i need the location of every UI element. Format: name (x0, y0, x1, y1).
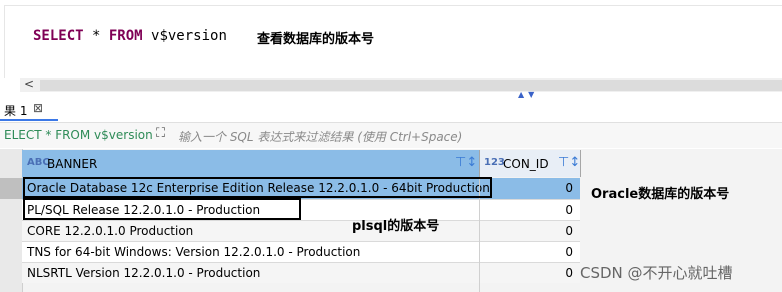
tab-results[interactable]: 果 1 (4, 102, 27, 119)
cell-con-id[interactable]: 0 (480, 181, 573, 195)
editor-divider (4, 5, 782, 6)
sql-table-name: v$version (142, 28, 227, 44)
cell-banner[interactable]: TNS for 64-bit Windows: Version 12.2.0.1… (27, 245, 360, 259)
cell-con-id[interactable]: 0 (480, 245, 573, 259)
panel-resize-icon[interactable]: ▲▼ (518, 90, 538, 99)
row-divider (22, 241, 580, 242)
column-header-label: BANNER (47, 157, 98, 171)
row-selector[interactable] (0, 241, 22, 262)
close-icon[interactable]: ⊠ (33, 101, 43, 115)
sql-star: * (83, 28, 109, 44)
row-selector[interactable] (0, 178, 22, 199)
annotation-plsql-version: plsql的版本号 (352, 219, 440, 234)
scroll-left-icon[interactable]: < (24, 77, 34, 91)
active-tab-indicator (0, 119, 58, 121)
row-divider (22, 220, 580, 221)
annotation-oracle-version: Oracle数据库的版本号 (591, 187, 730, 202)
sql-keyword-from: FROM (108, 28, 143, 44)
sql-annotation: 查看数据库的版本号 (257, 32, 375, 47)
row-selector[interactable] (0, 262, 22, 283)
cell-con-id[interactable]: 0 (480, 266, 573, 280)
sort-filter-icon[interactable]: ⊤↕ (455, 155, 477, 170)
row-selector[interactable] (0, 199, 22, 220)
highlight-box-oracle (23, 177, 492, 198)
results-tabbar (0, 99, 782, 120)
highlight-box-plsql (23, 198, 301, 220)
watermark: CSDN @不开心就吐槽 (580, 264, 733, 282)
sql-keyword-select: SELECT (33, 28, 84, 44)
expand-filter-icon[interactable]: ⛶ (156, 126, 165, 141)
cell-con-id[interactable]: 0 (480, 203, 573, 217)
row-selector[interactable] (0, 220, 22, 241)
cell-banner[interactable]: NLSRTL Version 12.2.0.1.0 - Production (27, 266, 260, 280)
filter-input[interactable]: 输入一个 SQL 表达式来过滤结果 (使用 Ctrl+Space) (178, 128, 462, 145)
sql-statement[interactable]: SELECT * FROM v$version (33, 28, 227, 44)
number-type-icon: 123 (484, 157, 505, 168)
cell-banner[interactable]: CORE 12.2.0.1.0 Production (27, 224, 193, 238)
row-divider (22, 262, 580, 263)
editor-margin (4, 6, 5, 78)
scrollbar-thumb[interactable] (40, 80, 782, 91)
result-query-text: ELECT * FROM v$version (4, 128, 153, 142)
sort-filter-icon[interactable]: ⊤↕ (558, 155, 580, 170)
cell-con-id[interactable]: 0 (480, 224, 573, 238)
column-header-label: CON_ID (503, 157, 549, 171)
